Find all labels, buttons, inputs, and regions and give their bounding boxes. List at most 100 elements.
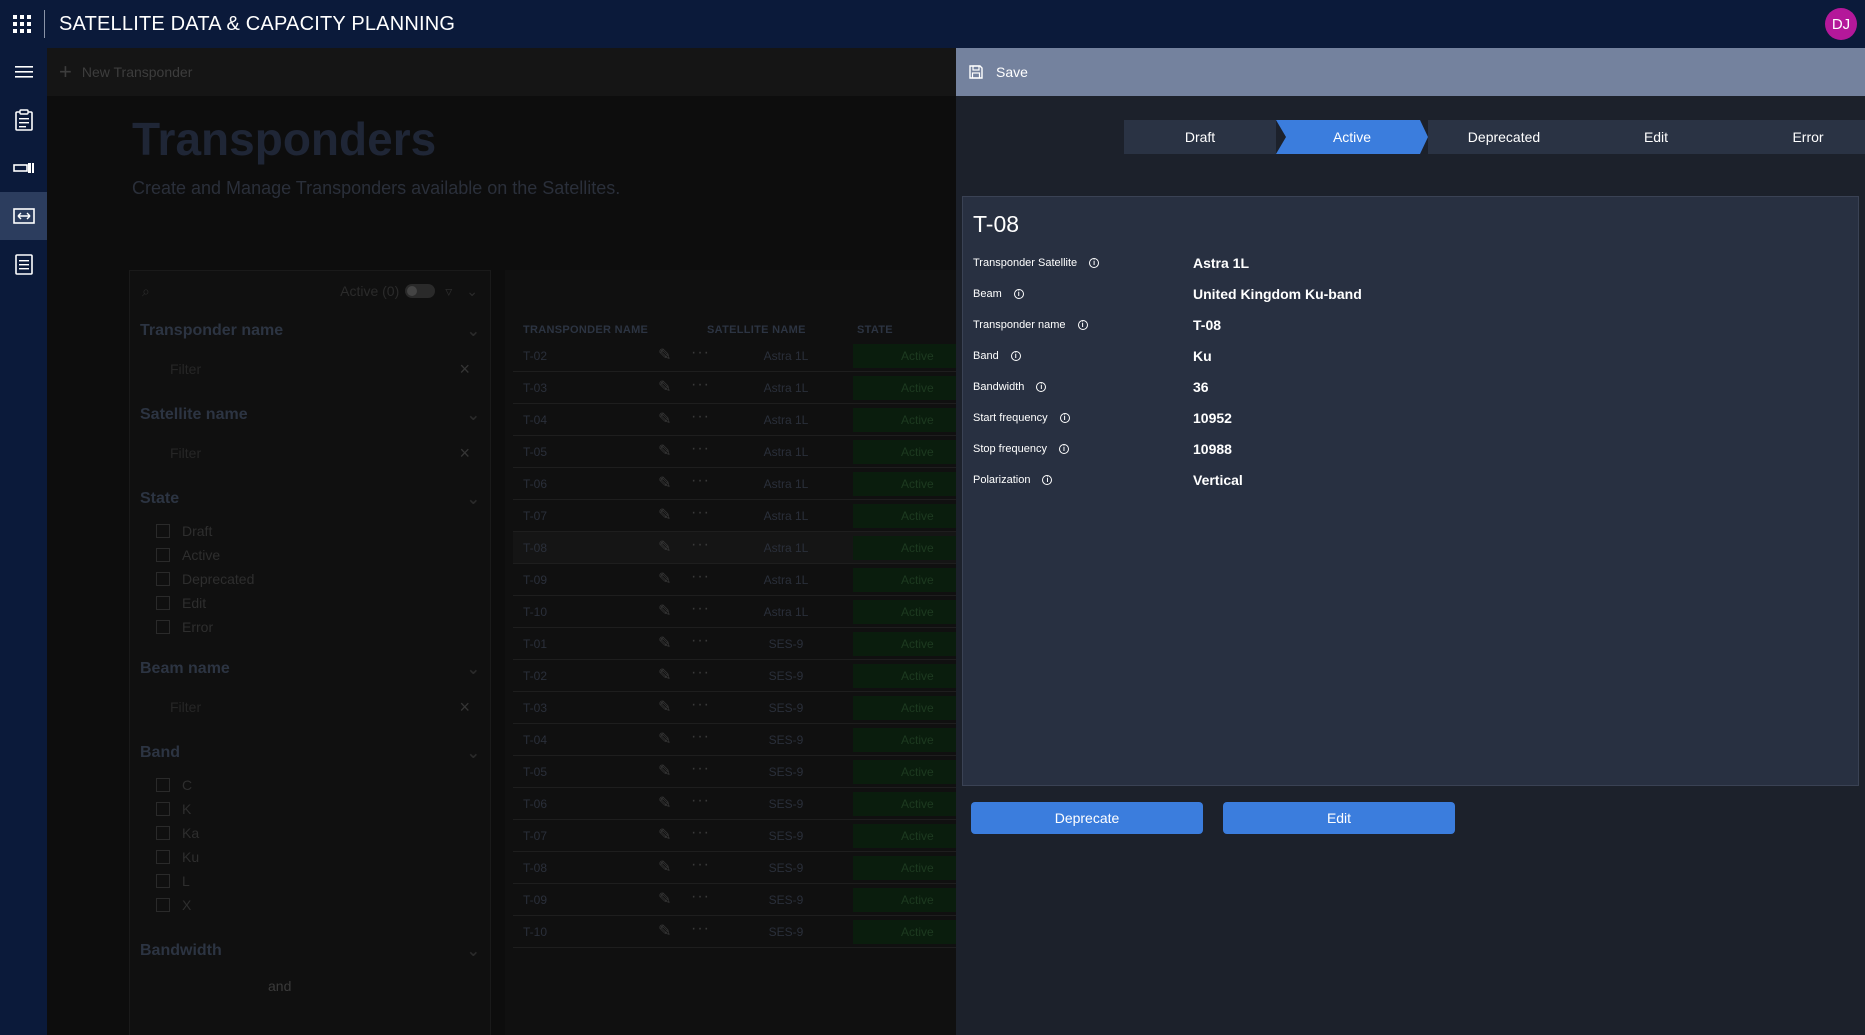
- more-options-icon[interactable]: ···: [691, 760, 710, 778]
- satellite-icon[interactable]: [0, 144, 47, 192]
- more-options-icon[interactable]: ···: [691, 728, 710, 746]
- column-header-name[interactable]: TRANSPONDER NAME: [523, 324, 648, 336]
- table-row[interactable]: T-04 ✎ ··· Astra 1L Active: [513, 404, 956, 436]
- pencil-icon[interactable]: ✎: [658, 441, 671, 461]
- pencil-icon[interactable]: ✎: [658, 409, 671, 429]
- table-row[interactable]: T-09 ✎ ··· Astra 1L Active: [513, 564, 956, 596]
- more-options-icon[interactable]: ···: [691, 568, 710, 586]
- pencil-icon[interactable]: ✎: [658, 601, 671, 621]
- clear-icon[interactable]: ×: [459, 697, 470, 718]
- table-row[interactable]: T-05 ✎ ··· SES-9 Active: [513, 756, 956, 788]
- state-option[interactable]: Draft: [138, 519, 482, 543]
- table-row[interactable]: T-10 ✎ ··· Astra 1L Active: [513, 596, 956, 628]
- row-transponder-name[interactable]: T-05: [523, 445, 547, 459]
- state-option[interactable]: Error: [138, 615, 482, 639]
- pencil-icon[interactable]: ✎: [658, 665, 671, 685]
- table-row[interactable]: T-05 ✎ ··· Astra 1L Active: [513, 436, 956, 468]
- state-option[interactable]: Deprecated: [138, 567, 482, 591]
- state-option[interactable]: Active: [138, 543, 482, 567]
- row-transponder-name[interactable]: T-04: [523, 413, 547, 427]
- row-transponder-name[interactable]: T-08: [523, 541, 547, 555]
- more-options-icon[interactable]: ···: [691, 824, 710, 842]
- hamburger-menu-icon[interactable]: [0, 48, 47, 96]
- pencil-icon[interactable]: ✎: [658, 761, 671, 781]
- pencil-icon[interactable]: ✎: [658, 857, 671, 877]
- row-transponder-name[interactable]: T-08: [523, 861, 547, 875]
- row-transponder-name[interactable]: T-02: [523, 349, 547, 363]
- row-transponder-name[interactable]: T-10: [523, 925, 547, 939]
- report-icon[interactable]: [0, 240, 47, 288]
- table-row[interactable]: T-02 ✎ ··· Astra 1L Active: [513, 340, 956, 372]
- pencil-icon[interactable]: ✎: [658, 377, 671, 397]
- table-row[interactable]: T-07 ✎ ··· SES-9 Active: [513, 820, 956, 852]
- more-options-icon[interactable]: ···: [691, 888, 710, 906]
- info-icon[interactable]: i: [1077, 320, 1088, 330]
- chevron-down-icon[interactable]: ⌄: [467, 743, 480, 763]
- band-option[interactable]: X: [138, 893, 482, 917]
- band-option[interactable]: C: [138, 773, 482, 797]
- more-options-icon[interactable]: ···: [691, 696, 710, 714]
- row-transponder-name[interactable]: T-09: [523, 893, 547, 907]
- pencil-icon[interactable]: ✎: [658, 345, 671, 365]
- table-row[interactable]: T-04 ✎ ··· SES-9 Active: [513, 724, 956, 756]
- pencil-icon[interactable]: ✎: [658, 729, 671, 749]
- band-option[interactable]: Ku: [138, 845, 482, 869]
- new-transponder-button[interactable]: New Transponder: [82, 64, 193, 80]
- table-row[interactable]: T-08 ✎ ··· SES-9 Active: [513, 852, 956, 884]
- more-options-icon[interactable]: ···: [691, 408, 710, 426]
- row-transponder-name[interactable]: T-10: [523, 605, 547, 619]
- row-transponder-name[interactable]: T-09: [523, 573, 547, 587]
- chevron-down-icon[interactable]: ⌄: [466, 283, 478, 300]
- chevron-down-icon[interactable]: ⌄: [467, 405, 480, 425]
- info-icon[interactable]: i: [1042, 475, 1053, 485]
- stage-error[interactable]: Error: [1732, 120, 1865, 154]
- pencil-icon[interactable]: ✎: [658, 825, 671, 845]
- table-row[interactable]: T-02 ✎ ··· SES-9 Active: [513, 660, 956, 692]
- more-options-icon[interactable]: ···: [691, 600, 710, 618]
- row-transponder-name[interactable]: T-02: [523, 669, 547, 683]
- transponder-name-filter-input[interactable]: Filter: [170, 361, 201, 377]
- info-icon[interactable]: i: [1036, 382, 1047, 392]
- stage-draft[interactable]: Draft: [1124, 120, 1276, 154]
- clear-icon[interactable]: ×: [459, 443, 470, 464]
- pencil-icon[interactable]: ✎: [658, 537, 671, 557]
- state-option[interactable]: Edit: [138, 591, 482, 615]
- band-option[interactable]: K: [138, 797, 482, 821]
- info-icon[interactable]: i: [1089, 258, 1100, 268]
- save-button[interactable]: Save: [968, 64, 1028, 80]
- row-transponder-name[interactable]: T-01: [523, 637, 547, 651]
- chevron-down-icon[interactable]: ⌄: [467, 321, 480, 341]
- info-icon[interactable]: i: [1013, 289, 1024, 299]
- row-transponder-name[interactable]: T-07: [523, 509, 547, 523]
- transponder-icon[interactable]: [0, 192, 47, 240]
- row-transponder-name[interactable]: T-03: [523, 701, 547, 715]
- table-row[interactable]: T-07 ✎ ··· Astra 1L Active: [513, 500, 956, 532]
- pencil-icon[interactable]: ✎: [658, 793, 671, 813]
- more-options-icon[interactable]: ···: [691, 920, 710, 938]
- stage-active[interactable]: Active: [1276, 120, 1428, 154]
- table-row[interactable]: T-08 ✎ ··· Astra 1L Active: [513, 532, 956, 564]
- user-avatar[interactable]: DJ: [1825, 8, 1857, 40]
- more-options-icon[interactable]: ···: [691, 856, 710, 874]
- deprecate-button[interactable]: Deprecate: [971, 802, 1203, 834]
- column-header-satellite[interactable]: SATELLITE NAME: [707, 324, 806, 336]
- pencil-icon[interactable]: ✎: [658, 569, 671, 589]
- column-header-state[interactable]: STATE: [857, 324, 893, 336]
- chevron-down-icon[interactable]: ⌄: [467, 489, 480, 509]
- more-options-icon[interactable]: ···: [691, 792, 710, 810]
- beam-name-filter-input[interactable]: Filter: [170, 699, 201, 715]
- clipboard-icon[interactable]: [0, 96, 47, 144]
- more-options-icon[interactable]: ···: [691, 472, 710, 490]
- pencil-icon[interactable]: ✎: [658, 473, 671, 493]
- app-launcher-icon[interactable]: [0, 0, 44, 48]
- info-icon[interactable]: i: [1059, 444, 1069, 454]
- row-transponder-name[interactable]: T-07: [523, 829, 547, 843]
- table-row[interactable]: T-09 ✎ ··· SES-9 Active: [513, 884, 956, 916]
- band-option[interactable]: Ka: [138, 821, 482, 845]
- pencil-icon[interactable]: ✎: [658, 697, 671, 717]
- table-row[interactable]: T-01 ✎ ··· SES-9 Active: [513, 628, 956, 660]
- row-transponder-name[interactable]: T-05: [523, 765, 547, 779]
- more-options-icon[interactable]: ···: [691, 664, 710, 682]
- row-transponder-name[interactable]: T-06: [523, 797, 547, 811]
- search-icon[interactable]: ⌕: [142, 283, 150, 300]
